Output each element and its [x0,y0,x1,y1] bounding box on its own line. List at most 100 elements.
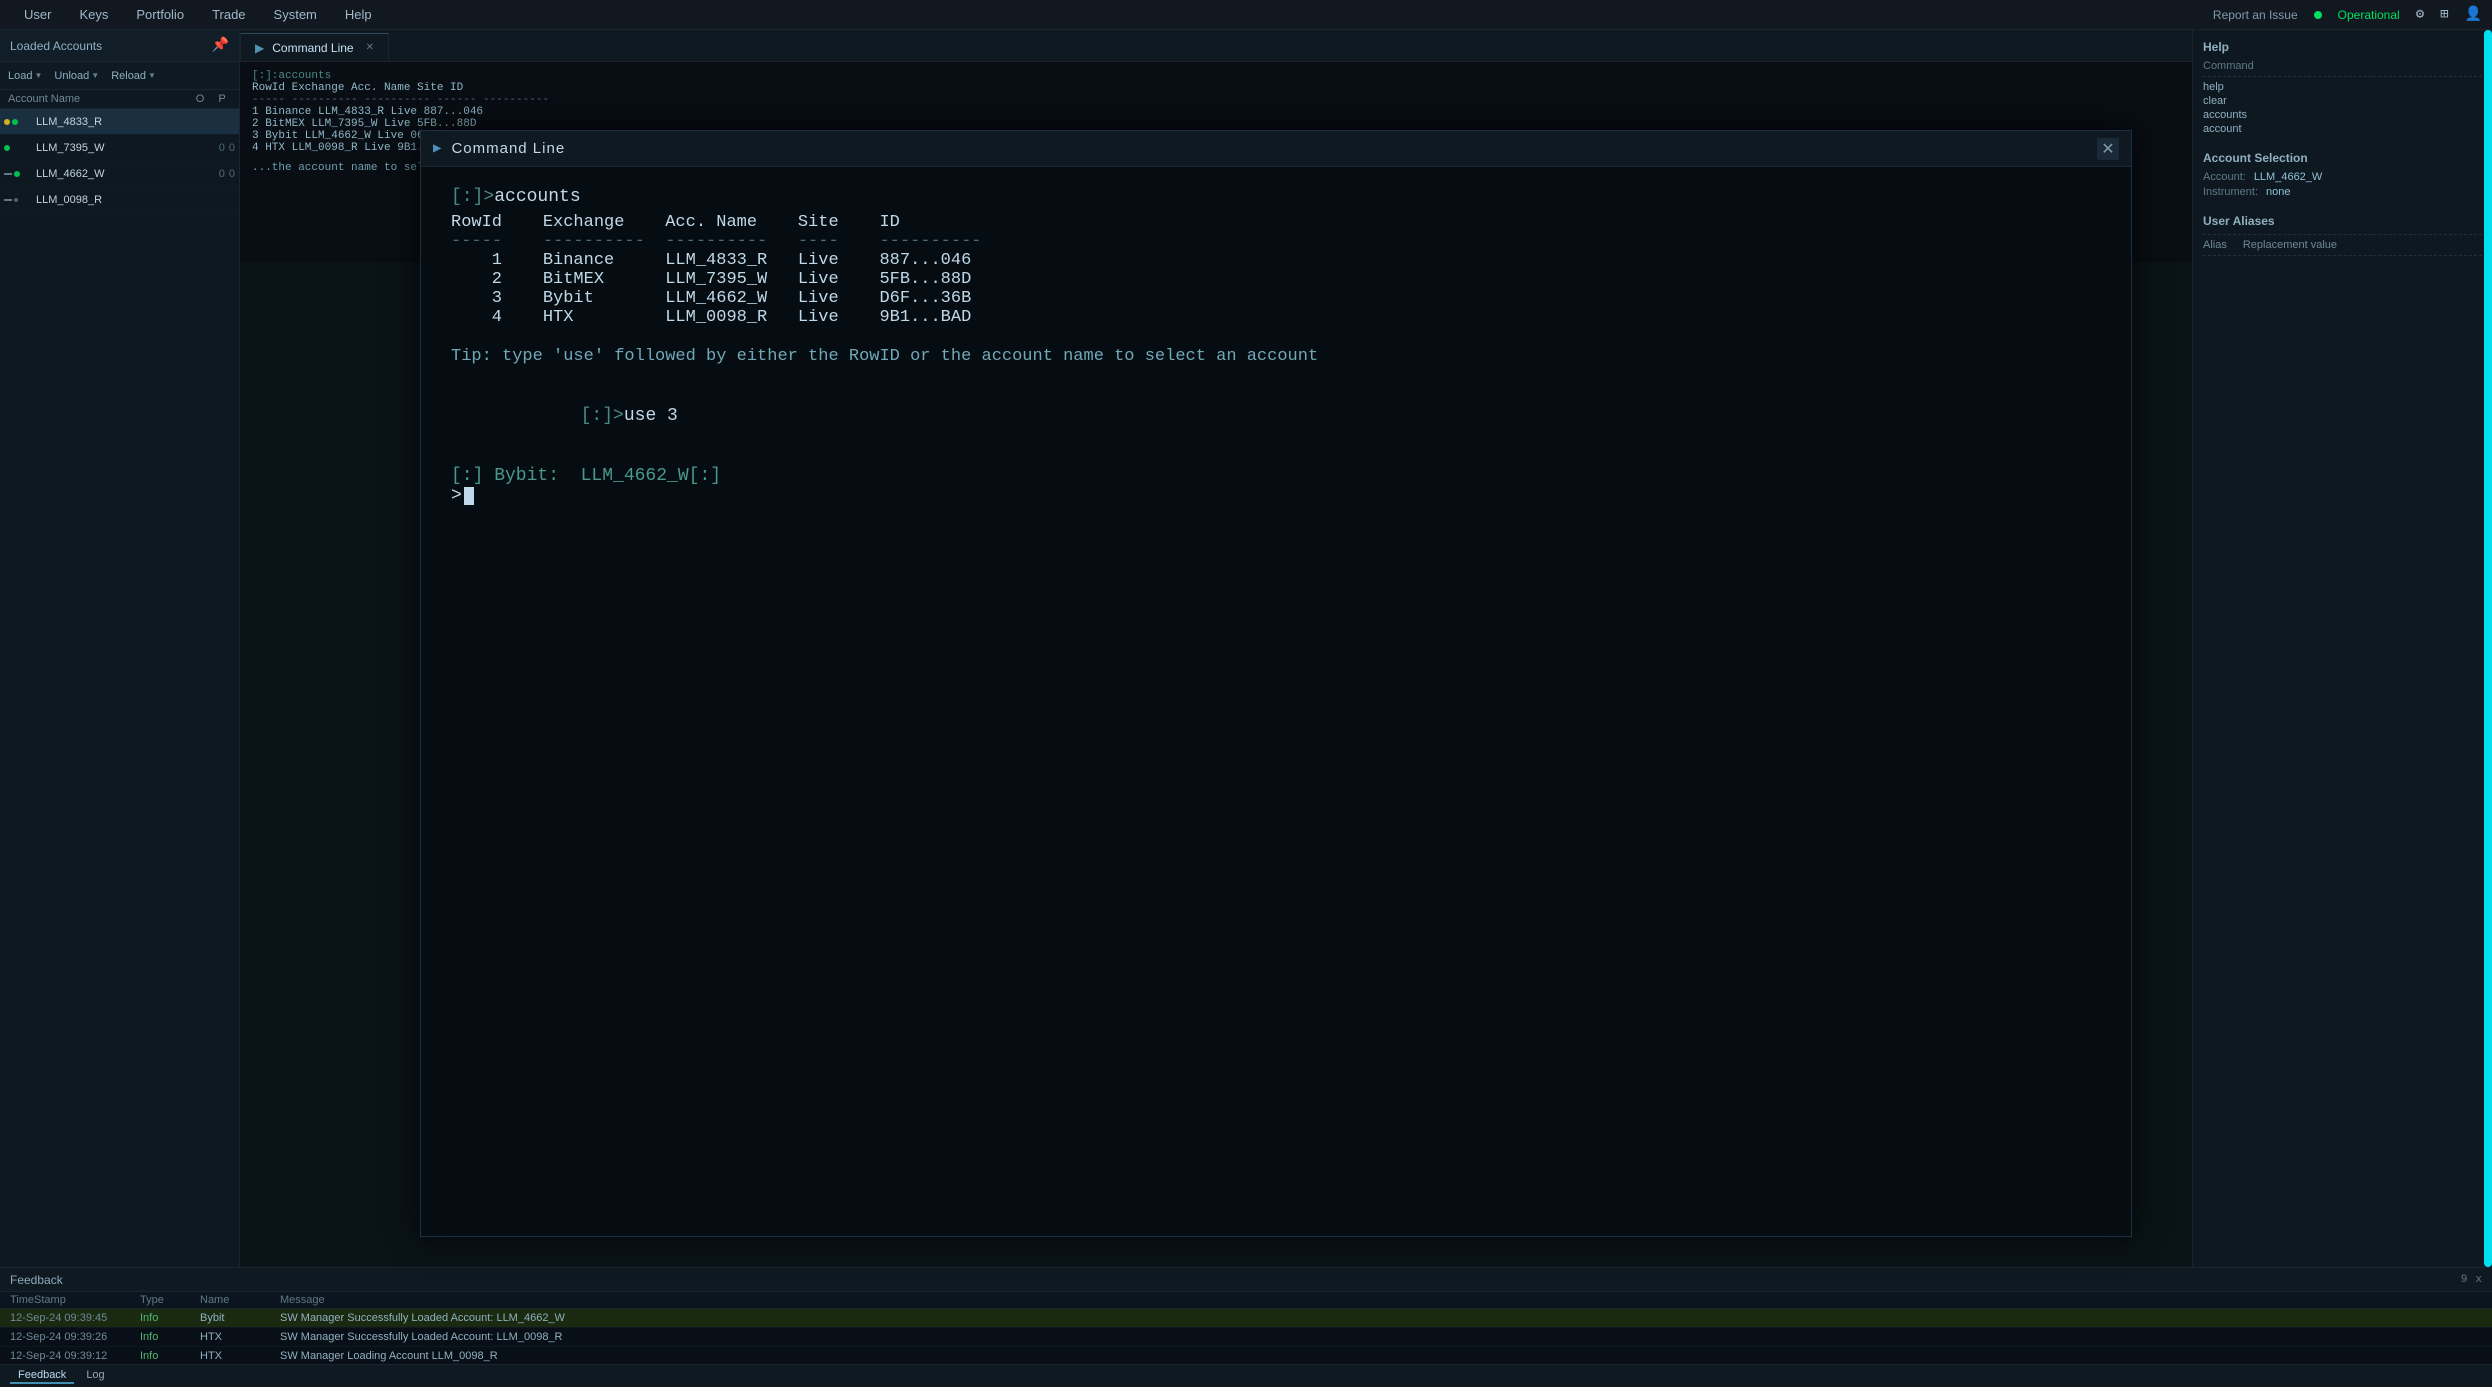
user-aliases-title: User Aliases [2203,214,2482,228]
instrument-label: Instrument: [2203,186,2258,198]
bg-line-0: [:]:accounts [252,70,2180,82]
sidebar: Loaded Accounts 📌 Load▼ Unload▼ Reload▼ … [0,30,240,1267]
feedback-title: Feedback [10,1273,63,1287]
feedback-pin[interactable]: 9 [2461,1274,2468,1286]
tab-bar: ▶ Command Line ✕ [240,30,2192,62]
help-item-accounts[interactable]: accounts [2203,109,2482,121]
fr-timestamp: 12-Sep-24 09:39:12 [10,1350,140,1362]
fr-name: HTX [200,1350,280,1362]
divider-1 [2203,76,2482,77]
account-row: Account: LLM_4662_W [2203,171,2482,183]
aliases-table: Alias Replacement value [2203,239,2482,256]
help-item-help[interactable]: help [2203,81,2482,93]
yellow-indicator [4,119,10,125]
feedback-tabs: Feedback Log [0,1364,2492,1387]
layout-icon[interactable]: ⊞ [2440,6,2448,23]
cmd-divider: ----- ---------- ---------- ---- -------… [451,232,2101,251]
feedback-row[interactable]: 12-Sep-24 09:39:45 Info Bybit SW Manager… [0,1309,2492,1328]
command-line-modal[interactable]: ▶ Command Line ✕ [:]>accounts RowId Exch… [420,130,2132,1237]
divider-2 [2203,234,2482,235]
account-indicators [4,171,32,177]
account-row[interactable]: LLM_4662_W 0 0 [0,161,239,187]
account-label: Account: [2203,171,2246,183]
stripe-indicator [4,199,12,201]
cmd-prompt-1: [:]> [451,187,494,207]
account-row[interactable]: LLM_7395_W 0 0 [0,135,239,161]
account-indicators [4,119,32,125]
col-message: Message [280,1294,2482,1306]
fr-type: Info [140,1349,200,1363]
account-selection-section: Account Selection Account: LLM_4662_W In… [2203,151,2482,198]
feedback-tab-log[interactable]: Log [78,1368,112,1384]
cmd-tip: Tip: type 'use' followed by either the R… [451,347,2101,366]
account-row[interactable]: LLM_0098_R [0,187,239,213]
green-indicator [12,119,18,125]
feedback-row[interactable]: 12-Sep-24 09:39:26 Info HTX SW Manager S… [0,1328,2492,1347]
sidebar-pin-icon[interactable]: 📌 [212,37,229,54]
menu-help[interactable]: Help [331,0,386,29]
operational-dot [2314,11,2322,19]
load-button[interactable]: Load▼ [8,70,42,82]
sidebar-col-header: Account Name O P [0,90,239,109]
account-name: LLM_4833_R [36,116,227,128]
cursor-block [464,487,474,505]
feedback-row[interactable]: 12-Sep-24 09:39:12 Info HTX SW Manager L… [0,1347,2492,1364]
cmd-row-2: 2 BitMEX LLM_7395_W Live 5FB...88D [451,270,2101,289]
cyan-scrollbar[interactable] [2484,30,2492,1267]
menu-system[interactable]: System [260,0,331,29]
green-indicator [14,171,20,177]
account-nums: 0 0 [219,142,235,154]
feedback-tab-feedback[interactable]: Feedback [10,1368,74,1384]
col-p: P [213,93,231,105]
feedback-controls: 9 x [2461,1274,2482,1286]
user-icon[interactable]: 👤 [2465,6,2482,23]
tab-close-icon[interactable]: ✕ [366,42,374,53]
help-item-clear[interactable]: clear [2203,95,2482,107]
cmd-accounts-text: accounts [494,187,580,207]
cmd-cursor-prefix: > [451,486,462,506]
unload-button[interactable]: Unload▼ [54,70,99,82]
alias-col: Alias [2203,239,2227,251]
bg-line-3: 1 Binance LLM_4833_R Live 887...046 [252,106,2180,118]
account-value: LLM_4662_W [2254,171,2323,183]
account-indicators [4,145,32,151]
menu-trade[interactable]: Trade [198,0,259,29]
top-menubar: User Keys Portfolio Trade System Help Re… [0,0,2492,30]
menu-portfolio[interactable]: Portfolio [122,0,198,29]
menu-user[interactable]: User [10,0,65,29]
divider-3 [2203,255,2482,256]
command-label: Command [2203,60,2254,72]
feedback-close[interactable]: x [2475,1274,2482,1286]
cmd-use-text: use 3 [624,406,678,426]
cmd-row-4: 4 HTX LLM_0098_R Live 9B1...BAD [451,308,2101,327]
fr-message: SW Manager Successfully Loaded Account: … [280,1312,2482,1324]
fr-name: Bybit [200,1312,280,1324]
sidebar-header: Loaded Accounts 📌 [0,30,239,62]
menu-keys[interactable]: Keys [65,0,122,29]
main-layout: Loaded Accounts 📌 Load▼ Unload▼ Reload▼ … [0,30,2492,1267]
stripe-indicator [4,173,12,175]
modal-close-button[interactable]: ✕ [2097,138,2119,160]
reload-button[interactable]: Reload▼ [111,70,156,82]
gray-indicator [14,198,18,202]
account-row[interactable]: LLM_4833_R [0,109,239,135]
cmd-line-1: [:]>accounts [451,187,2101,207]
fr-timestamp: 12-Sep-24 09:39:45 [10,1312,140,1324]
report-issue-link[interactable]: Report an Issue [2213,8,2298,22]
feedback-col-header: TimeStamp Type Name Message [0,1292,2492,1309]
fr-type: Info [140,1330,200,1344]
account-name: LLM_4662_W [36,168,215,180]
fr-type: Info [140,1311,200,1325]
cmd-row-3: 3 Bybit LLM_4662_W Live D6F...36B [451,289,2101,308]
feedback-rows: 12-Sep-24 09:39:45 Info Bybit SW Manager… [0,1309,2492,1364]
terminal-icon: ▶ [255,41,264,55]
tab-command-line-bg[interactable]: ▶ Command Line ✕ [240,33,389,61]
settings-icon[interactable]: ⚙ [2416,6,2424,23]
help-item-account[interactable]: account [2203,123,2482,135]
account-indicators [4,198,32,202]
fr-message: SW Manager Loading Account LLM_0098_R [280,1350,2482,1362]
modal-titlebar: ▶ Command Line ✕ [421,131,2131,167]
cmd-use-line: [:]>use 3 [451,386,2101,446]
top-right-bar: Report an Issue Operational ⚙ ⊞ 👤 [2213,6,2482,23]
modal-content: [:]>accounts RowId Exchange Acc. Name Si… [421,167,2131,1236]
